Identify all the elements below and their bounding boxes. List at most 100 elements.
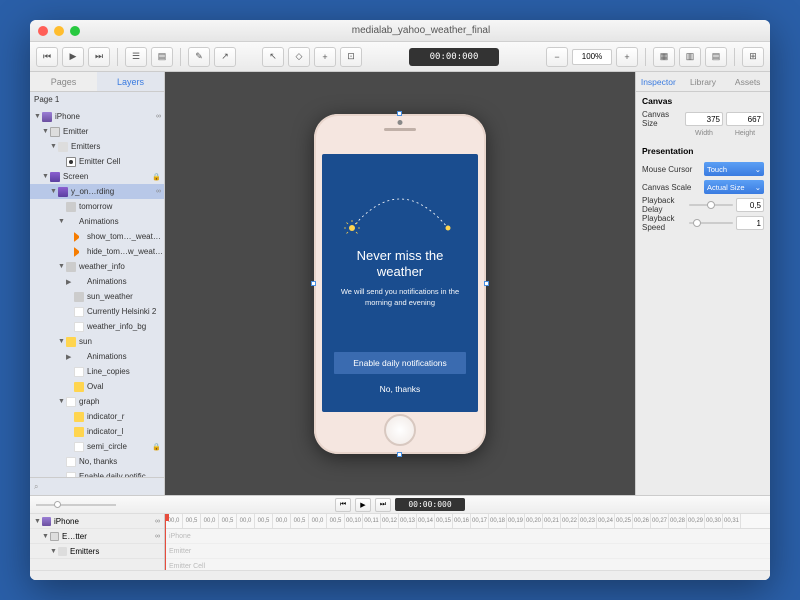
layer-tree[interactable]: ▼iPhone∞▼Emitter▼EmittersEmitter Cell▼Sc… (30, 107, 164, 477)
play-button[interactable]: ▶ (62, 47, 84, 67)
lock-icon[interactable]: 🔒 (152, 173, 161, 181)
layer-row[interactable]: Oval (30, 379, 164, 394)
layer-row[interactable]: ▼iPhone∞ (30, 109, 164, 124)
inspector-toggle-button[interactable]: ⊞ (742, 47, 764, 67)
zoom-minus-button[interactable]: − (546, 47, 568, 67)
layer-label: iPhone (55, 112, 153, 121)
layers-toggle-button[interactable]: ☰ (125, 47, 147, 67)
close-icon[interactable] (38, 26, 48, 36)
resize-handle[interactable] (484, 281, 489, 286)
zoom-icon[interactable] (70, 26, 80, 36)
disclosure-icon[interactable]: ▼ (34, 113, 42, 120)
timeline-track-row[interactable]: iPhone (165, 529, 770, 544)
canvas-width-field[interactable]: 375 (685, 112, 723, 126)
playback-speed-field[interactable]: 1 (736, 216, 764, 230)
timeline-track-row[interactable]: Emitter (165, 544, 770, 559)
timeline-play-button[interactable]: ▶ (355, 498, 371, 512)
tab-inspector[interactable]: Inspector (636, 72, 681, 91)
playback-delay-slider[interactable] (689, 204, 733, 206)
timeline-tracks[interactable]: 00,000,500,000,500,000,500,000,500,000,5… (165, 514, 770, 570)
tab-assets[interactable]: Assets (725, 72, 770, 91)
playback-delay-field[interactable]: 0,5 (736, 198, 764, 212)
disclosure-icon[interactable]: ▼ (58, 338, 66, 345)
layer-row[interactable]: hide_tom…w_weather (30, 244, 164, 259)
layer-row[interactable]: ▼sun (30, 334, 164, 349)
timeline-ruler[interactable]: 00,000,500,000,500,000,500,000,500,000,5… (165, 514, 770, 529)
layer-row[interactable]: indicator_l (30, 424, 164, 439)
disclosure-icon[interactable]: ▼ (42, 128, 50, 135)
view-c-button[interactable]: ▤ (705, 47, 727, 67)
disclosure-icon[interactable]: ▶ (66, 353, 74, 361)
timeline-zoom-slider[interactable] (36, 504, 116, 506)
iphone-mockup[interactable]: Never miss the weather We will send you … (314, 114, 486, 454)
disclosure-icon[interactable]: ▶ (66, 278, 74, 286)
tool-b-button[interactable]: ↗ (214, 47, 236, 67)
layer-row[interactable]: No, thanks (30, 454, 164, 469)
lock-icon[interactable]: 🔒 (152, 443, 161, 451)
pointer-tool-button[interactable]: ↖ (262, 47, 284, 67)
forward-button[interactable]: ⏭ (88, 47, 110, 67)
disclosure-icon[interactable]: ▼ (50, 143, 58, 150)
zoom-plus-button[interactable]: + (616, 47, 638, 67)
timeline-layer-row[interactable]: ▼iPhone∞ (30, 514, 164, 529)
tab-pages[interactable]: Pages (30, 72, 97, 91)
layer-row[interactable]: Enable daily notific (30, 469, 164, 477)
layer-row[interactable]: Currently Helsinki 2 (30, 304, 164, 319)
layer-row[interactable]: ▼graph (30, 394, 164, 409)
layer-row[interactable]: ▼Emitter (30, 124, 164, 139)
tool-a-button[interactable]: ✎ (188, 47, 210, 67)
timeline-rewind-button[interactable]: ⏮ (335, 498, 351, 512)
layer-row[interactable]: tomorrow (30, 199, 164, 214)
layer-row[interactable]: sun_weather (30, 289, 164, 304)
view-a-button[interactable]: ▦ (653, 47, 675, 67)
tab-library[interactable]: Library (681, 72, 726, 91)
titlebar[interactable]: medialab_yahoo_weather_final (30, 20, 770, 42)
no-thanks-button[interactable]: No, thanks (380, 384, 421, 394)
layer-row[interactable]: ▶Animations (30, 349, 164, 364)
timeline-forward-button[interactable]: ⏭ (375, 498, 391, 512)
tab-layers[interactable]: Layers (97, 72, 164, 91)
timeline-layer-list[interactable]: ▼iPhone∞▼E…tter∞▼Emitters (30, 514, 165, 570)
layer-row[interactable]: Emitter Cell (30, 154, 164, 169)
layer-row[interactable]: ▼Animations (30, 214, 164, 229)
layer-row[interactable]: ▼Emitters (30, 139, 164, 154)
resize-handle[interactable] (397, 111, 402, 116)
layer-row[interactable]: indicator_r (30, 409, 164, 424)
layer-row[interactable]: weather_info_bg (30, 319, 164, 334)
view-b-button[interactable]: ▥ (679, 47, 701, 67)
disclosure-icon[interactable]: ▼ (58, 263, 66, 270)
playback-speed-slider[interactable] (689, 222, 733, 224)
canvas-scale-select[interactable]: Actual Size⌄ (704, 180, 764, 194)
canvas[interactable]: Never miss the weather We will send you … (165, 72, 635, 495)
timeline-track-row[interactable]: Emitter Cell (165, 559, 770, 570)
disclosure-icon[interactable]: ▼ (50, 188, 58, 195)
resize-handle[interactable] (397, 452, 402, 457)
panel-button[interactable]: ▤ (151, 47, 173, 67)
canvas-height-field[interactable]: 667 (726, 112, 764, 126)
disclosure-icon[interactable]: ▼ (42, 173, 50, 180)
disclosure-icon[interactable]: ▼ (58, 218, 66, 225)
add-tool-button[interactable]: + (314, 47, 336, 67)
disclosure-icon[interactable]: ▼ (58, 398, 66, 405)
direct-tool-button[interactable]: ◇ (288, 47, 310, 67)
minimize-icon[interactable] (54, 26, 64, 36)
page-label[interactable]: Page 1 (30, 92, 164, 107)
horizontal-scrollbar[interactable] (30, 570, 770, 580)
layer-row[interactable]: show_tom…_weather (30, 229, 164, 244)
timeline-layer-row[interactable]: ▼Emitters (30, 544, 164, 559)
layer-row[interactable]: Line_copies (30, 364, 164, 379)
layer-row[interactable]: semi_circle🔒 (30, 439, 164, 454)
timeline-layer-row[interactable]: ▼E…tter∞ (30, 529, 164, 544)
timeline-playhead[interactable] (165, 514, 166, 570)
layer-row[interactable]: ▶Animations (30, 274, 164, 289)
layer-row[interactable]: ▼weather_info (30, 259, 164, 274)
layer-row[interactable]: ▼y_on…rding∞ (30, 184, 164, 199)
rewind-button[interactable]: ⏮ (36, 47, 58, 67)
mouse-cursor-select[interactable]: Touch⌄ (704, 162, 764, 176)
enable-notifications-button[interactable]: Enable daily notifications (334, 352, 466, 374)
layer-row[interactable]: ▼Screen🔒 (30, 169, 164, 184)
text-tool-button[interactable]: ⊡ (340, 47, 362, 67)
zoom-display[interactable]: 100% (572, 49, 612, 65)
search-input[interactable] (38, 482, 160, 491)
resize-handle[interactable] (311, 281, 316, 286)
